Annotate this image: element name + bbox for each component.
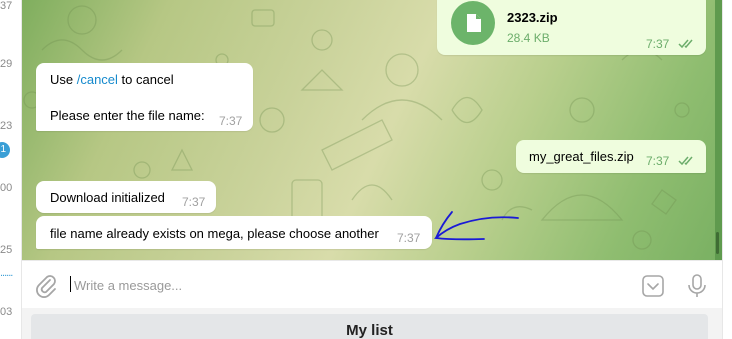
double-check-icon: [678, 39, 693, 49]
window-edge: [722, 0, 732, 339]
chat-list-time: 25: [0, 244, 13, 256]
bot-message-bubble[interactable]: Use /cancel to cancel Please enter the f…: [36, 63, 253, 131]
message-text-prefix: Use: [50, 72, 77, 87]
scrollbar-thumb[interactable]: [716, 232, 719, 254]
message-time: 7:37: [646, 37, 670, 51]
bot-message-bubble[interactable]: file name already exists on mega, please…: [36, 216, 432, 249]
microphone-icon[interactable]: [686, 273, 708, 299]
bot-keyboard: My list: [22, 308, 722, 339]
message-time: 7:37: [397, 231, 421, 245]
emoji-keyboard-icon[interactable]: [641, 274, 665, 298]
file-name: 2323.zip: [507, 10, 558, 25]
message-text: Use /cancel to cancel: [50, 72, 174, 87]
message-time: 7:37: [182, 195, 206, 209]
chat-list-time: 00: [0, 182, 13, 194]
double-check-icon: [678, 156, 693, 166]
text-caret: [70, 276, 71, 292]
message-composer: [22, 260, 722, 308]
file-size: 28.4 KB: [507, 31, 550, 45]
paperclip-icon[interactable]: [34, 274, 58, 298]
file-message-bubble[interactable]: 2323.zip 28.4 KB 7:37: [437, 0, 706, 55]
message-text: Download initialized: [50, 190, 165, 205]
cancel-command-link[interactable]: /cancel: [77, 72, 118, 87]
message-text: file name already exists on mega, please…: [50, 226, 379, 241]
chat-list-time: 03: [0, 306, 13, 318]
message-time: 7:37: [219, 114, 243, 128]
message-text: my_great_files.zip: [529, 149, 634, 164]
chat-list-time: 23: [0, 120, 13, 132]
chat-list-time: 37: [0, 0, 13, 12]
scrollbar-track[interactable]: [715, 0, 722, 260]
message-text-suffix: to cancel: [117, 72, 174, 87]
file-download-button[interactable]: [451, 1, 495, 45]
message-input[interactable]: [74, 273, 614, 297]
user-message-bubble[interactable]: my_great_files.zip 7:37: [516, 140, 706, 173]
document-icon: [467, 14, 481, 32]
bot-message-bubble[interactable]: Download initialized 7:37: [36, 181, 216, 213]
message-text: Please enter the file name:: [50, 108, 205, 123]
message-time: 7:37: [646, 154, 670, 168]
chat-list-edge: 37 29 23 1 00 25 ...... 03: [0, 0, 22, 339]
chat-list-typing-dots: ......: [0, 267, 13, 279]
handdrawn-arrow-annotation: [433, 211, 519, 241]
chat-list-time: 29: [0, 58, 13, 70]
my-list-button[interactable]: My list: [31, 314, 708, 339]
unread-badge: 1: [0, 142, 10, 158]
